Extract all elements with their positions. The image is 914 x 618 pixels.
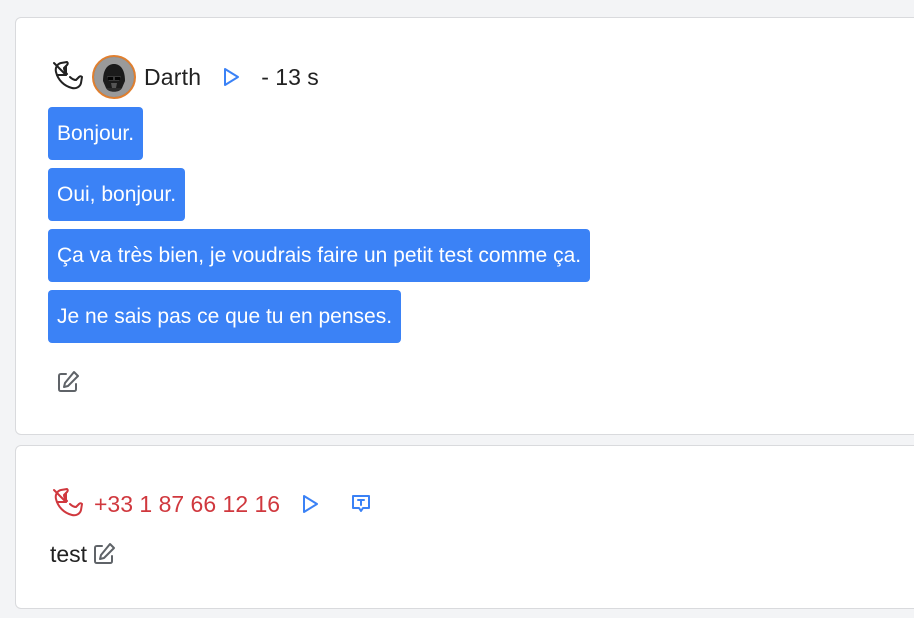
play-icon[interactable] [219, 65, 243, 89]
transcript-bubble: Ça va très bien, je voudrais faire un pe… [48, 229, 591, 282]
call-history-page: Darth - 13 s Bonjour. Oui, bonjour. Ça v… [0, 0, 914, 618]
call-card: Darth - 13 s Bonjour. Oui, bonjour. Ça v… [15, 17, 914, 435]
call-duration: - 13 s [261, 63, 319, 90]
edit-note-icon[interactable] [90, 540, 118, 568]
call-card: +33 1 87 66 12 16 test [15, 445, 914, 609]
transcript-message-icon[interactable] [348, 491, 374, 517]
caller-phone-number[interactable]: +33 1 87 66 12 16 [94, 491, 280, 518]
phone-incoming-icon [48, 59, 84, 95]
transcript-bubble: Je ne sais pas ce que tu en penses. [48, 290, 402, 343]
call-header: Darth - 13 s [48, 52, 319, 102]
transcript-bubble: Oui, bonjour. [48, 168, 186, 221]
edit-note-icon[interactable] [54, 368, 82, 396]
caller-avatar [92, 55, 136, 99]
caller-name: Darth [144, 63, 202, 90]
call-header: +33 1 87 66 12 16 [48, 479, 374, 529]
transcript-bubble: Bonjour. [48, 107, 144, 160]
note-row: test [50, 540, 118, 568]
transcript-list: Bonjour. Oui, bonjour. Ça va très bien, … [48, 107, 591, 351]
call-note: test [50, 540, 88, 567]
play-icon[interactable] [298, 492, 322, 516]
phone-missed-icon [48, 486, 84, 522]
